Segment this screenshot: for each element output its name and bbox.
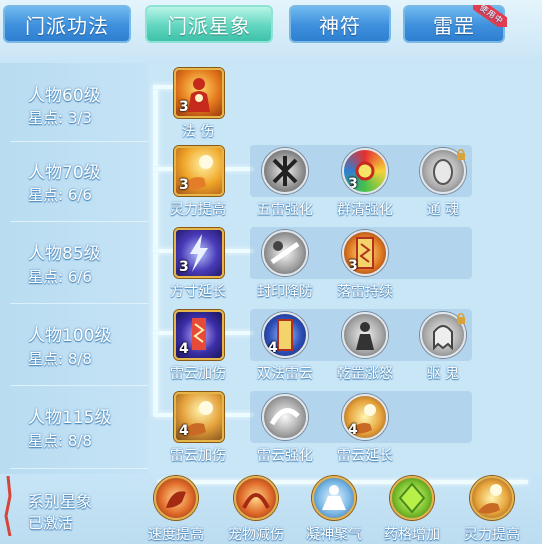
skill-label: 法 伤 xyxy=(181,124,215,140)
level-label: 人物115级 xyxy=(28,408,112,428)
skill-cloud-damage-1[interactable]: 4 xyxy=(174,310,224,360)
divider xyxy=(10,141,148,142)
in-use-badge: 使用中 xyxy=(473,5,507,27)
seal-icon xyxy=(270,241,300,265)
divider xyxy=(10,468,148,469)
meditation-icon xyxy=(322,485,346,510)
connector-line xyxy=(153,249,175,253)
tab-sect-stars[interactable]: 门派星象 xyxy=(145,5,273,43)
tab-leigang[interactable]: 雷罡 使用中 xyxy=(403,5,507,43)
sub-skill-thunder-sustain[interactable]: 3 xyxy=(342,230,388,276)
tab-bar: 门派功法 门派星象 神符 雷罡 使用中 xyxy=(0,0,542,56)
connector-line xyxy=(153,331,175,335)
skill-label: 雷云加伤 xyxy=(170,448,226,464)
skill-spirit-boost[interactable]: 3 xyxy=(174,146,224,196)
hand-glow-icon xyxy=(478,484,502,514)
skill-label: 封印降防 xyxy=(257,284,313,300)
skill-label: 双法雷云 xyxy=(257,366,313,382)
swirl-icon xyxy=(269,408,300,426)
thunder-symbol-icon xyxy=(272,156,298,186)
skill-label: 雷云延长 xyxy=(337,448,393,464)
tab-talisman[interactable]: 神符 xyxy=(289,5,391,43)
sub-skill-group-clear[interactable]: 3 xyxy=(342,148,388,194)
divider xyxy=(10,221,148,222)
series-label: 灵力提高 xyxy=(464,527,520,543)
connector-line xyxy=(153,413,175,417)
tab-label: 门派功法 xyxy=(25,13,109,38)
sub-skill-dual-cloud[interactable]: 4 xyxy=(262,312,308,358)
sub-skill-cloud-enhance[interactable] xyxy=(262,394,308,440)
skill-label: 五雷强化 xyxy=(257,202,313,218)
star-points: 星点: 6/6 xyxy=(28,186,92,204)
divider xyxy=(10,303,148,304)
tab-label: 门派星象 xyxy=(167,13,251,38)
star-panel: 人物60级 星点: 3/3 人物70级 星点: 6/6 人物85级 星点: 6/… xyxy=(0,63,542,544)
skill-label: 乾罡涨怒 xyxy=(337,366,393,382)
lock-icon xyxy=(456,309,466,324)
skill-label: 灵力提高 xyxy=(170,202,226,218)
skill-cloud-damage-2[interactable]: 4 xyxy=(174,392,224,442)
sub-skill-rage[interactable] xyxy=(342,312,388,358)
series-label: 速度提高 xyxy=(148,527,204,543)
series-status: 已激活 xyxy=(28,514,74,532)
hand-icon xyxy=(166,491,186,508)
connector-line xyxy=(153,167,175,171)
series-potion-boost[interactable] xyxy=(390,476,434,520)
skill-magic-damage[interactable]: 3 xyxy=(174,68,224,118)
sub-skill-five-thunder[interactable] xyxy=(262,148,308,194)
level-label: 人物85级 xyxy=(28,244,101,264)
pet-icon xyxy=(242,493,270,509)
star-points: 星点: 6/6 xyxy=(28,268,92,286)
connector-line xyxy=(153,85,175,89)
tab-label: 神符 xyxy=(319,13,361,38)
star-points: 星点: 8/8 xyxy=(28,432,92,450)
series-focus[interactable] xyxy=(312,476,356,520)
skill-label: 通 魂 xyxy=(426,202,460,218)
sub-skill-seal-defense[interactable] xyxy=(262,230,308,276)
skill-label: 方寸延长 xyxy=(170,284,226,300)
skill-label: 群清强化 xyxy=(337,202,393,218)
star-points: 星点: 8/8 xyxy=(28,350,92,368)
warrior-icon xyxy=(356,322,374,350)
decorative-figure xyxy=(0,475,20,537)
skill-label: 雷云强化 xyxy=(257,448,313,464)
tab-label: 雷罡 xyxy=(433,13,475,38)
skill-label: 驱 鬼 xyxy=(426,366,460,382)
level-label: 人物60级 xyxy=(28,86,101,106)
level-label: 人物70级 xyxy=(28,163,101,183)
series-pet-defense[interactable] xyxy=(234,476,278,520)
series-label: 凝神聚气 xyxy=(306,527,362,543)
series-title: 系别星象 xyxy=(28,492,93,511)
series-label: 宠物减伤 xyxy=(228,527,284,543)
divider xyxy=(10,385,148,386)
series-label: 药格增加 xyxy=(384,527,440,543)
crystal-icon xyxy=(398,482,426,514)
series-spirit-boost[interactable] xyxy=(470,476,514,520)
skill-label: 雷云加伤 xyxy=(170,366,226,382)
sub-skill-cloud-extend[interactable]: 4 xyxy=(342,394,388,440)
tab-sect-skills[interactable]: 门派功法 xyxy=(3,5,131,43)
lock-icon xyxy=(456,145,466,160)
skill-label: 落雷持续 xyxy=(337,284,393,300)
skill-fangcun-extend[interactable]: 3 xyxy=(174,228,224,278)
series-speed-up[interactable] xyxy=(154,476,198,520)
star-points: 星点: 3/3 xyxy=(28,109,92,127)
level-label: 人物100级 xyxy=(28,326,112,346)
